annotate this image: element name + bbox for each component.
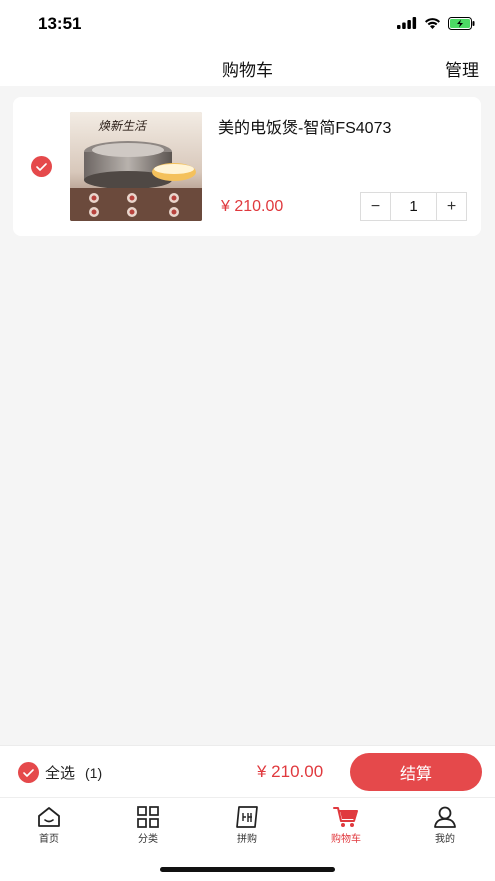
tab-label: 我的 xyxy=(435,834,455,845)
quantity-stepper: − 1 + xyxy=(360,192,467,221)
tab-category[interactable]: 分类 xyxy=(118,806,178,845)
wifi-icon xyxy=(425,18,440,29)
tab-cart[interactable]: 购物车 xyxy=(316,806,376,845)
nav-bar: 购物车 管理 xyxy=(0,48,495,86)
checkout-bar: 全选 (1) ¥ 210.00 结算 xyxy=(0,745,495,797)
decrease-quantity-button[interactable]: − xyxy=(361,193,390,220)
product-name[interactable]: 美的电饭煲-智简FS4073 xyxy=(218,114,391,138)
tab-group-buy[interactable]: 拼购 xyxy=(217,806,277,845)
home-indicator xyxy=(160,867,335,872)
cart-content: 焕新生活 美的电饭煲-智简FS4073 ¥ 210.00 − 1 + xyxy=(0,86,495,745)
status-icons xyxy=(397,15,475,31)
group-buy-icon xyxy=(236,806,258,828)
select-all-checkbox[interactable] xyxy=(18,762,39,783)
check-icon xyxy=(36,162,47,171)
product-image[interactable]: 焕新生活 xyxy=(70,112,202,221)
grid-icon xyxy=(137,806,159,828)
status-time: 13:51 xyxy=(38,14,82,33)
cart-item-card: 焕新生活 美的电饭煲-智简FS4073 ¥ 210.00 − 1 + xyxy=(13,97,481,236)
tab-label: 首页 xyxy=(39,834,59,845)
signal-icon xyxy=(397,17,417,29)
total-price: ¥ 210.00 xyxy=(257,762,324,781)
page-title: 购物车 xyxy=(222,61,273,80)
rice-cooker-image: 焕新生活 xyxy=(70,112,202,221)
manage-button[interactable]: 管理 xyxy=(445,56,479,81)
cart-icon xyxy=(333,807,358,827)
product-price: ¥ 210.00 xyxy=(221,198,284,215)
tab-label: 拼购 xyxy=(237,834,257,845)
tab-profile[interactable]: 我的 xyxy=(415,806,475,845)
status-bar: 13:51 xyxy=(0,0,495,48)
increase-quantity-button[interactable]: + xyxy=(437,193,466,220)
selected-count: (1) xyxy=(85,764,103,781)
tab-label: 购物车 xyxy=(331,834,361,845)
tab-home[interactable]: 首页 xyxy=(19,806,79,845)
home-icon xyxy=(38,807,60,827)
item-select-checkbox[interactable] xyxy=(31,156,52,177)
tab-label: 分类 xyxy=(138,834,158,845)
select-all-toggle[interactable]: 全选 (1) xyxy=(18,762,102,783)
image-slogan: 焕新生活 xyxy=(98,119,148,133)
quantity-value[interactable]: 1 xyxy=(390,193,437,220)
checkout-button[interactable]: 结算 xyxy=(350,753,482,791)
battery-charging-icon xyxy=(448,16,475,30)
check-icon xyxy=(23,768,34,777)
user-icon xyxy=(434,806,456,828)
select-all-label: 全选 xyxy=(45,765,76,782)
